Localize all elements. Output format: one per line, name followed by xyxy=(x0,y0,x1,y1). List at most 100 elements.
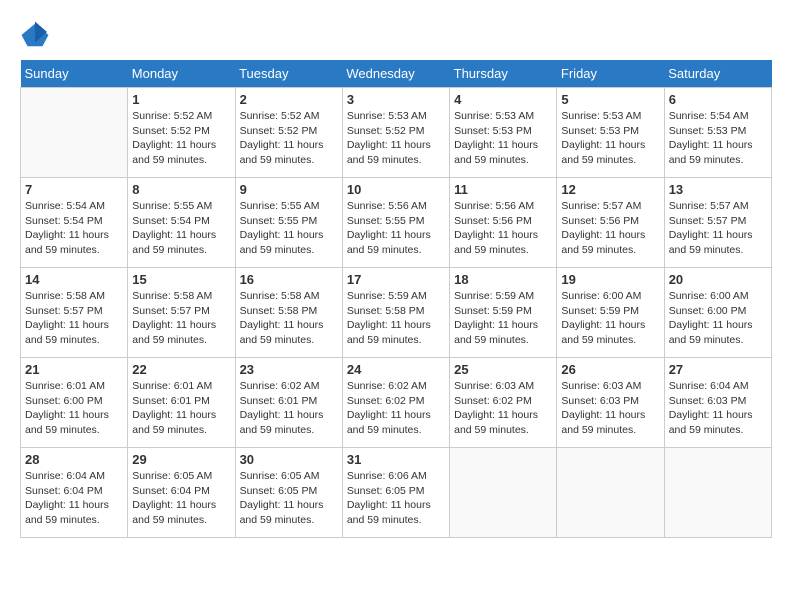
logo xyxy=(20,20,52,50)
calendar-cell: 22 Sunrise: 6:01 AMSunset: 6:01 PMDayligh… xyxy=(128,358,235,448)
day-info: Sunrise: 6:02 AMSunset: 6:02 PMDaylight:… xyxy=(347,379,445,438)
day-info: Sunrise: 6:02 AMSunset: 6:01 PMDaylight:… xyxy=(240,379,338,438)
calendar-table: SundayMondayTuesdayWednesdayThursdayFrid… xyxy=(20,60,772,538)
day-number: 15 xyxy=(132,272,230,287)
calendar-week-row: 21 Sunrise: 6:01 AMSunset: 6:00 PMDayligh… xyxy=(21,358,772,448)
calendar-week-row: 28 Sunrise: 6:04 AMSunset: 6:04 PMDayligh… xyxy=(21,448,772,538)
day-number: 19 xyxy=(561,272,659,287)
calendar-cell: 7 Sunrise: 5:54 AMSunset: 5:54 PMDaylight… xyxy=(21,178,128,268)
day-info: Sunrise: 6:00 AMSunset: 6:00 PMDaylight:… xyxy=(669,289,767,348)
calendar-cell: 21 Sunrise: 6:01 AMSunset: 6:00 PMDayligh… xyxy=(21,358,128,448)
day-number: 1 xyxy=(132,92,230,107)
day-number: 16 xyxy=(240,272,338,287)
calendar-cell: 5Sunrise: 5:53 AMSunset: 5:53 PMDaylight… xyxy=(557,88,664,178)
day-number: 22 xyxy=(132,362,230,377)
calendar-cell: 13 Sunrise: 5:57 AMSunset: 5:57 PMDayligh… xyxy=(664,178,771,268)
day-info: Sunrise: 5:58 AMSunset: 5:57 PMDaylight:… xyxy=(25,289,123,348)
day-number: 28 xyxy=(25,452,123,467)
calendar-cell: 1 Sunrise: 5:52 AMSunset: 5:52 PMDaylight… xyxy=(128,88,235,178)
day-info: Sunrise: 5:53 AMSunset: 5:52 PMDaylight:… xyxy=(347,109,445,168)
calendar-cell: 24 Sunrise: 6:02 AMSunset: 6:02 PMDayligh… xyxy=(342,358,449,448)
calendar-cell: 2 Sunrise: 5:52 AMSunset: 5:52 PMDaylight… xyxy=(235,88,342,178)
weekday-header-row: SundayMondayTuesdayWednesdayThursdayFrid… xyxy=(21,60,772,88)
day-info: Sunrise: 5:58 AMSunset: 5:57 PMDaylight:… xyxy=(132,289,230,348)
day-number: 23 xyxy=(240,362,338,377)
day-number: 2 xyxy=(240,92,338,107)
calendar-cell: 29 Sunrise: 6:05 AMSunset: 6:04 PMDayligh… xyxy=(128,448,235,538)
day-number: 20 xyxy=(669,272,767,287)
day-info: Sunrise: 6:05 AMSunset: 6:05 PMDaylight:… xyxy=(240,469,338,528)
calendar-cell: 14 Sunrise: 5:58 AMSunset: 5:57 PMDayligh… xyxy=(21,268,128,358)
day-info: Sunrise: 6:03 AMSunset: 6:03 PMDaylight:… xyxy=(561,379,659,438)
calendar-cell: 27Sunrise: 6:04 AMSunset: 6:03 PMDayligh… xyxy=(664,358,771,448)
day-info: Sunrise: 5:56 AMSunset: 5:55 PMDaylight:… xyxy=(347,199,445,258)
calendar-cell: 9 Sunrise: 5:55 AMSunset: 5:55 PMDaylight… xyxy=(235,178,342,268)
day-number: 4 xyxy=(454,92,552,107)
weekday-header-tuesday: Tuesday xyxy=(235,60,342,88)
day-number: 9 xyxy=(240,182,338,197)
day-info: Sunrise: 6:05 AMSunset: 6:04 PMDaylight:… xyxy=(132,469,230,528)
calendar-week-row: 7 Sunrise: 5:54 AMSunset: 5:54 PMDaylight… xyxy=(21,178,772,268)
day-number: 31 xyxy=(347,452,445,467)
day-number: 13 xyxy=(669,182,767,197)
day-info: Sunrise: 5:53 AMSunset: 5:53 PMDaylight:… xyxy=(454,109,552,168)
weekday-header-sunday: Sunday xyxy=(21,60,128,88)
calendar-cell xyxy=(557,448,664,538)
day-info: Sunrise: 6:01 AMSunset: 6:01 PMDaylight:… xyxy=(132,379,230,438)
calendar-week-row: 1 Sunrise: 5:52 AMSunset: 5:52 PMDaylight… xyxy=(21,88,772,178)
calendar-cell: 19Sunrise: 6:00 AMSunset: 5:59 PMDayligh… xyxy=(557,268,664,358)
calendar-cell xyxy=(664,448,771,538)
calendar-cell: 18Sunrise: 5:59 AMSunset: 5:59 PMDayligh… xyxy=(450,268,557,358)
day-number: 3 xyxy=(347,92,445,107)
calendar-cell: 31 Sunrise: 6:06 AMSunset: 6:05 PMDayligh… xyxy=(342,448,449,538)
day-number: 18 xyxy=(454,272,552,287)
day-number: 17 xyxy=(347,272,445,287)
calendar-cell: 4 Sunrise: 5:53 AMSunset: 5:53 PMDaylight… xyxy=(450,88,557,178)
day-number: 10 xyxy=(347,182,445,197)
weekday-header-thursday: Thursday xyxy=(450,60,557,88)
calendar-cell: 30 Sunrise: 6:05 AMSunset: 6:05 PMDayligh… xyxy=(235,448,342,538)
day-info: Sunrise: 5:55 AMSunset: 5:55 PMDaylight:… xyxy=(240,199,338,258)
day-number: 30 xyxy=(240,452,338,467)
calendar-cell: 11 Sunrise: 5:56 AMSunset: 5:56 PMDayligh… xyxy=(450,178,557,268)
day-number: 6 xyxy=(669,92,767,107)
day-info: Sunrise: 6:01 AMSunset: 6:00 PMDaylight:… xyxy=(25,379,123,438)
day-number: 24 xyxy=(347,362,445,377)
calendar-cell: 15 Sunrise: 5:58 AMSunset: 5:57 PMDayligh… xyxy=(128,268,235,358)
calendar-cell: 16Sunrise: 5:58 AMSunset: 5:58 PMDayligh… xyxy=(235,268,342,358)
weekday-header-wednesday: Wednesday xyxy=(342,60,449,88)
day-number: 11 xyxy=(454,182,552,197)
weekday-header-friday: Friday xyxy=(557,60,664,88)
calendar-cell xyxy=(21,88,128,178)
page-header xyxy=(20,20,772,50)
day-number: 7 xyxy=(25,182,123,197)
calendar-cell: 17Sunrise: 5:59 AMSunset: 5:58 PMDayligh… xyxy=(342,268,449,358)
day-info: Sunrise: 5:53 AMSunset: 5:53 PMDaylight:… xyxy=(561,109,659,168)
day-info: Sunrise: 6:03 AMSunset: 6:02 PMDaylight:… xyxy=(454,379,552,438)
day-info: Sunrise: 5:52 AMSunset: 5:52 PMDaylight:… xyxy=(132,109,230,168)
calendar-cell: 23 Sunrise: 6:02 AMSunset: 6:01 PMDayligh… xyxy=(235,358,342,448)
day-info: Sunrise: 5:54 AMSunset: 5:53 PMDaylight:… xyxy=(669,109,767,168)
day-info: Sunrise: 5:57 AMSunset: 5:57 PMDaylight:… xyxy=(669,199,767,258)
day-info: Sunrise: 5:57 AMSunset: 5:56 PMDaylight:… xyxy=(561,199,659,258)
day-info: Sunrise: 5:54 AMSunset: 5:54 PMDaylight:… xyxy=(25,199,123,258)
day-info: Sunrise: 5:52 AMSunset: 5:52 PMDaylight:… xyxy=(240,109,338,168)
calendar-cell: 3 Sunrise: 5:53 AMSunset: 5:52 PMDaylight… xyxy=(342,88,449,178)
day-number: 21 xyxy=(25,362,123,377)
day-info: Sunrise: 6:06 AMSunset: 6:05 PMDaylight:… xyxy=(347,469,445,528)
day-number: 14 xyxy=(25,272,123,287)
day-info: Sunrise: 6:04 AMSunset: 6:04 PMDaylight:… xyxy=(25,469,123,528)
calendar-cell: 26 Sunrise: 6:03 AMSunset: 6:03 PMDayligh… xyxy=(557,358,664,448)
day-info: Sunrise: 5:56 AMSunset: 5:56 PMDaylight:… xyxy=(454,199,552,258)
day-number: 25 xyxy=(454,362,552,377)
calendar-cell: 20 Sunrise: 6:00 AMSunset: 6:00 PMDayligh… xyxy=(664,268,771,358)
calendar-cell: 8Sunrise: 5:55 AMSunset: 5:54 PMDaylight… xyxy=(128,178,235,268)
day-number: 29 xyxy=(132,452,230,467)
calendar-week-row: 14 Sunrise: 5:58 AMSunset: 5:57 PMDayligh… xyxy=(21,268,772,358)
calendar-cell: 6 Sunrise: 5:54 AMSunset: 5:53 PMDaylight… xyxy=(664,88,771,178)
day-number: 27 xyxy=(669,362,767,377)
calendar-cell xyxy=(450,448,557,538)
day-number: 8 xyxy=(132,182,230,197)
day-number: 26 xyxy=(561,362,659,377)
calendar-cell: 25 Sunrise: 6:03 AMSunset: 6:02 PMDayligh… xyxy=(450,358,557,448)
